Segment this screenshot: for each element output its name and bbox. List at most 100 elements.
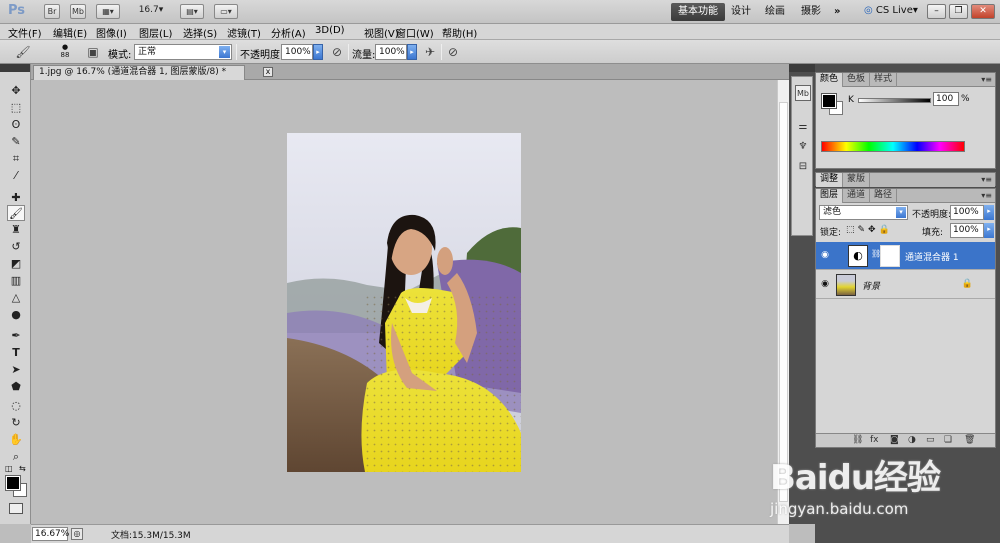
tab-channels[interactable]: 通道 bbox=[843, 189, 871, 203]
eyedropper-tool-icon[interactable]: ⁄ bbox=[7, 168, 25, 184]
layer-name[interactable]: 通道混合器 1 bbox=[905, 250, 959, 263]
menu-view[interactable]: 视图(V) bbox=[364, 25, 399, 40]
foreground-color-swatch[interactable] bbox=[5, 475, 21, 491]
add-mask-icon[interactable]: ◙ bbox=[890, 435, 899, 445]
mode-select[interactable]: 正常 ▾ bbox=[134, 44, 232, 60]
screen-mode-button[interactable]: ▭▾ bbox=[214, 4, 238, 19]
path-select-tool-icon[interactable]: ➤ bbox=[7, 362, 25, 378]
tab-masks[interactable]: 蒙版 bbox=[843, 173, 871, 187]
tab-swatches[interactable]: 色板 bbox=[843, 73, 871, 87]
lasso-tool-icon[interactable]: ʘ bbox=[7, 117, 25, 133]
fill-slider-button[interactable]: ▸ bbox=[984, 223, 994, 238]
zoom-tool-icon[interactable]: ⌕ bbox=[7, 449, 25, 465]
link-layers-icon[interactable]: ⛓ bbox=[852, 435, 863, 445]
menu-3d[interactable]: 3D(D) bbox=[315, 25, 345, 36]
tab-styles[interactable]: 样式 bbox=[870, 73, 898, 87]
gradient-tool-icon[interactable]: ▥ bbox=[7, 273, 25, 289]
brush-preset-icon[interactable]: 🖌 bbox=[14, 43, 32, 61]
close-document-icon[interactable]: x bbox=[263, 67, 273, 77]
zoom-level-dropdown[interactable]: 16.7▾ bbox=[138, 4, 164, 19]
3d-rotate-tool-icon[interactable]: ◌ bbox=[7, 398, 25, 414]
toolbox-grip[interactable] bbox=[0, 64, 30, 72]
clone-stamp-tool-icon[interactable]: ♜ bbox=[7, 222, 25, 238]
workspace-essentials[interactable]: 基本功能 bbox=[671, 3, 725, 21]
delete-layer-icon[interactable]: 🗑 bbox=[964, 435, 975, 445]
new-layer-icon[interactable]: ❏ bbox=[944, 435, 952, 445]
strip-grip[interactable] bbox=[789, 64, 815, 72]
clone-source-icon[interactable]: ♆ bbox=[795, 139, 811, 155]
marquee-tool-icon[interactable]: ⬚ bbox=[7, 100, 25, 116]
eye-icon[interactable]: ◉ bbox=[819, 279, 831, 289]
menu-edit[interactable]: 编辑(E) bbox=[53, 25, 87, 40]
menu-image[interactable]: 图像(I) bbox=[96, 25, 127, 40]
layer-row-background[interactable]: ◉ 背景 🔒 bbox=[816, 271, 995, 299]
eraser-tool-icon[interactable]: ◩ bbox=[7, 256, 25, 272]
brush-panel-icon[interactable]: ▣ bbox=[84, 43, 102, 61]
document-image[interactable] bbox=[287, 133, 521, 472]
workspace-photography[interactable]: 摄影 bbox=[794, 3, 828, 21]
healing-brush-tool-icon[interactable]: ✚ bbox=[7, 190, 25, 206]
opacity-slider-button[interactable]: ▸ bbox=[313, 44, 323, 60]
view-extras-button[interactable]: ▦▾ bbox=[96, 4, 120, 19]
tab-layers[interactable]: 图层 bbox=[816, 189, 844, 203]
airbrush-icon[interactable]: ✈ bbox=[421, 43, 439, 61]
menu-layer[interactable]: 图层(L) bbox=[139, 25, 172, 40]
more-workspaces-button[interactable]: » bbox=[827, 3, 847, 21]
zoom-input[interactable]: 16.67% bbox=[32, 527, 69, 541]
pen-tool-icon[interactable]: ✒ bbox=[7, 328, 25, 344]
history-brush-tool-icon[interactable]: ↺ bbox=[7, 239, 25, 255]
actions-icon[interactable]: ⊟ bbox=[795, 159, 811, 175]
scrollbar-thumb[interactable] bbox=[779, 102, 788, 502]
tab-paths[interactable]: 路径 bbox=[870, 189, 898, 203]
layer-style-icon[interactable]: fx bbox=[870, 435, 879, 445]
eye-icon[interactable]: ◉ bbox=[819, 250, 831, 260]
color-spectrum[interactable] bbox=[821, 141, 965, 152]
mini-bridge-icon[interactable]: Mb bbox=[795, 85, 811, 101]
quick-select-tool-icon[interactable]: ✎ bbox=[7, 134, 25, 150]
opacity-input[interactable]: 100% bbox=[281, 44, 313, 60]
panel-menu-icon[interactable]: ▾≡ bbox=[981, 175, 992, 184]
bridge-button[interactable]: Br bbox=[44, 4, 60, 19]
flow-input[interactable]: 100% bbox=[375, 44, 407, 60]
layer-name[interactable]: 背景 bbox=[862, 279, 880, 292]
layer-opacity-input[interactable]: 100% bbox=[950, 205, 984, 220]
k-slider[interactable] bbox=[858, 98, 931, 103]
foreground-color-swatch[interactable] bbox=[821, 93, 837, 109]
maximize-button[interactable]: ❐ bbox=[949, 4, 968, 19]
close-button[interactable]: ✕ bbox=[971, 4, 995, 19]
shape-tool-icon[interactable]: ⬟ bbox=[7, 379, 25, 395]
panel-menu-icon[interactable]: ▾≡ bbox=[981, 191, 992, 200]
blur-tool-icon[interactable]: △ bbox=[7, 290, 25, 306]
brush-size-picker[interactable]: ● 88 bbox=[56, 43, 74, 59]
tablet-opacity-icon[interactable]: ⊘ bbox=[328, 43, 346, 61]
menu-filter[interactable]: 滤镜(T) bbox=[227, 25, 261, 40]
menu-help[interactable]: 帮助(H) bbox=[442, 25, 477, 40]
menu-file[interactable]: 文件(F) bbox=[8, 25, 42, 40]
menu-select[interactable]: 选择(S) bbox=[183, 25, 217, 40]
panel-menu-icon[interactable]: ▾≡ bbox=[981, 75, 992, 84]
new-group-icon[interactable]: ▭ bbox=[926, 435, 935, 445]
brush-tool-icon[interactable]: 🖌 bbox=[7, 205, 25, 221]
blend-mode-select[interactable]: 滤色 ▾ bbox=[819, 205, 908, 220]
mini-bridge-button[interactable]: Mb bbox=[70, 4, 86, 19]
hand-tool-icon[interactable]: ✋ bbox=[7, 432, 25, 448]
3d-orbit-tool-icon[interactable]: ↻ bbox=[7, 415, 25, 431]
default-colors-icon[interactable]: ◫ bbox=[5, 464, 13, 473]
workspace-design[interactable]: 设计 bbox=[724, 3, 758, 21]
k-value-input[interactable]: 100 bbox=[933, 92, 959, 106]
tab-adjustments[interactable]: 调整 bbox=[816, 173, 844, 187]
swap-colors-icon[interactable]: ⇆ bbox=[19, 464, 26, 473]
lock-options-icons[interactable]: ⬚✎✥🔒 bbox=[846, 225, 893, 235]
adjustments-icon[interactable]: ⚌ bbox=[795, 119, 811, 135]
status-info-icon[interactable]: ◎ bbox=[71, 528, 83, 540]
workspace-painting[interactable]: 绘画 bbox=[758, 3, 792, 21]
type-tool-icon[interactable]: T bbox=[7, 345, 25, 361]
tab-color[interactable]: 颜色 bbox=[816, 73, 844, 87]
menu-window[interactable]: 窗口(W) bbox=[396, 25, 434, 40]
layer-mask-thumbnail[interactable] bbox=[880, 245, 900, 267]
dodge-tool-icon[interactable]: ● bbox=[7, 307, 25, 323]
tablet-size-icon[interactable]: ⊘ bbox=[444, 43, 462, 61]
crop-tool-icon[interactable]: ⌗ bbox=[7, 151, 25, 167]
new-adjustment-icon[interactable]: ◑ bbox=[908, 435, 916, 445]
quick-mask-icon[interactable] bbox=[9, 503, 23, 514]
